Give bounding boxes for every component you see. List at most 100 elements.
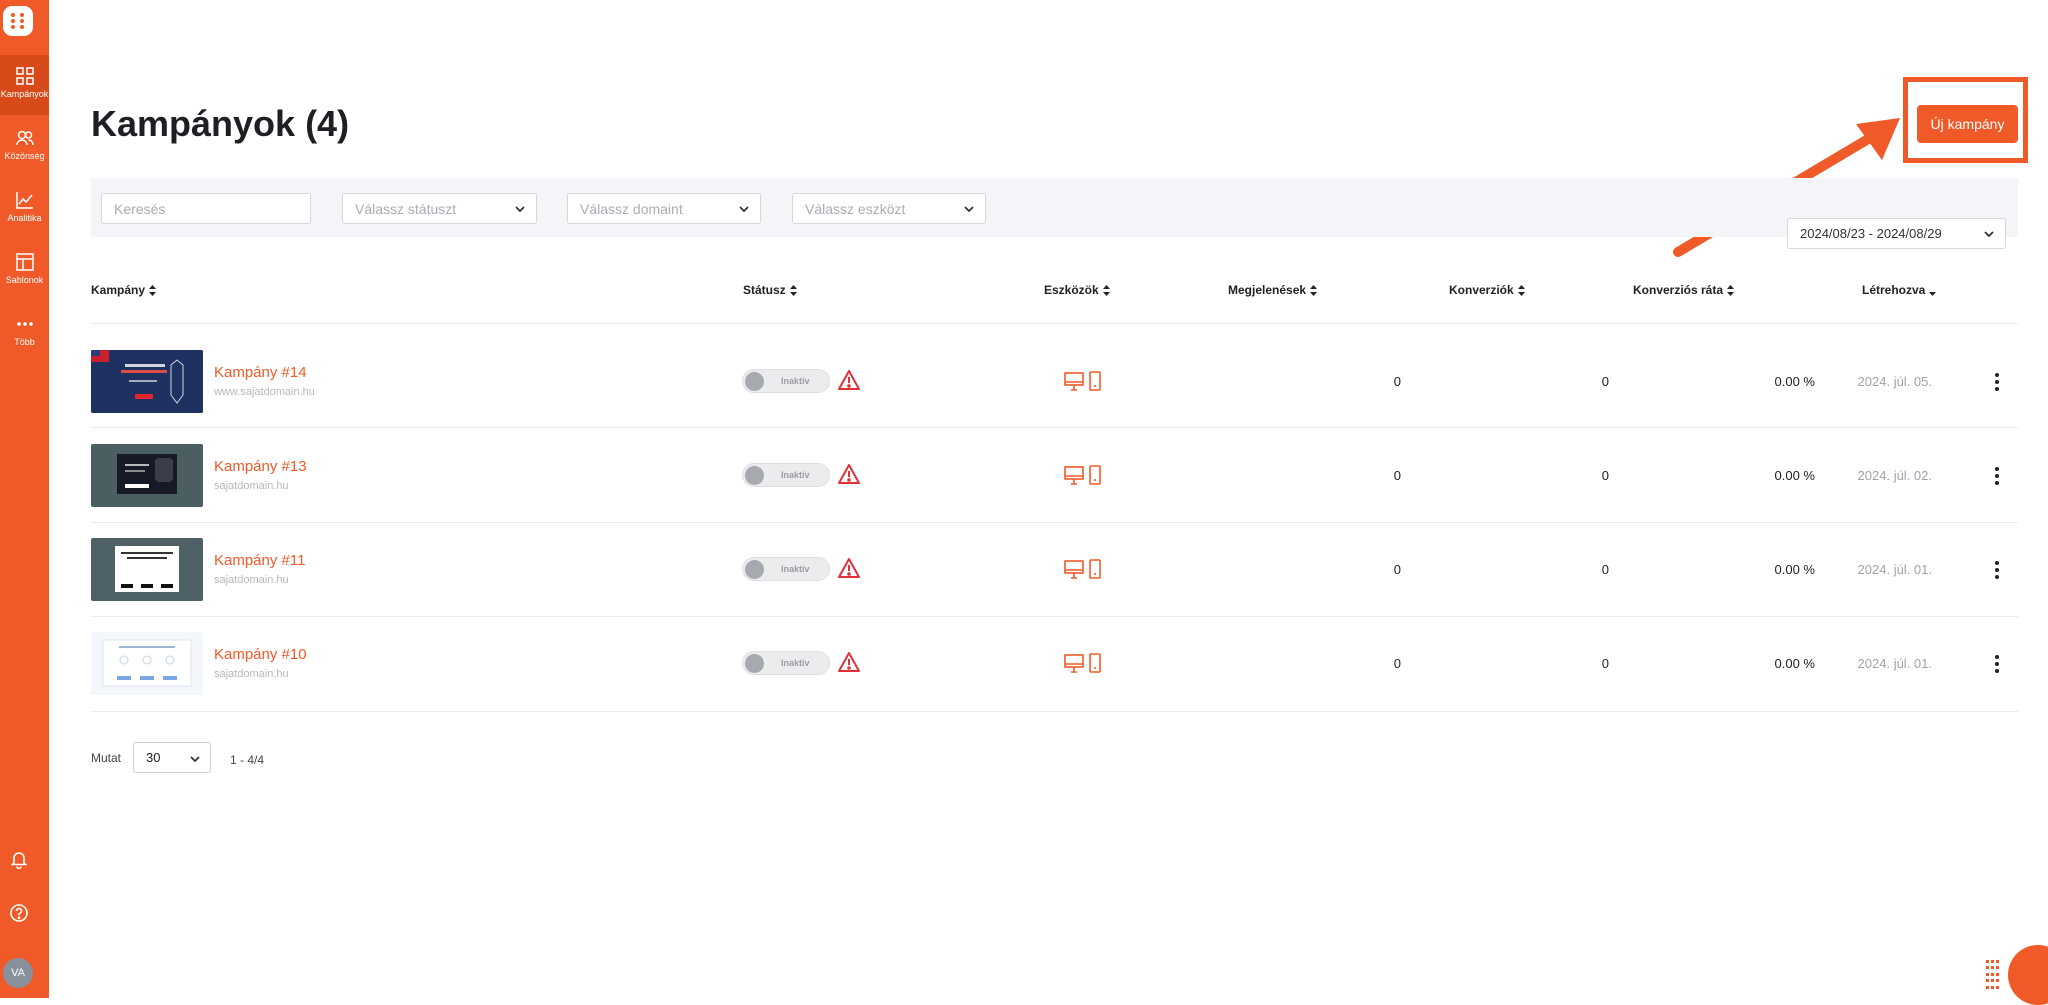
desktop-icon: [1064, 560, 1084, 579]
campaign-thumbnail[interactable]: [91, 444, 203, 507]
sidebar-item-more[interactable]: Több: [0, 303, 49, 363]
thumbnail-image: [91, 350, 203, 413]
sort-icon: [1102, 285, 1110, 297]
device-select-placeholder: Válassz eszközt: [805, 200, 906, 217]
page-title: Kampányok (4): [91, 103, 350, 144]
sidebar-item-analytics[interactable]: Analitika: [0, 179, 49, 239]
row-menu-button[interactable]: [1990, 652, 2004, 674]
campaign-name-link[interactable]: Kampány #10: [214, 646, 307, 663]
status-toggle[interactable]: Inaktív: [742, 651, 830, 675]
chevron-down-icon: [739, 206, 749, 213]
pagination-range: 1 - 4/4: [230, 753, 265, 767]
campaign-domain: www.sajatdomain.hu: [214, 386, 315, 398]
sidebar: Kampányok Közönség Analitika Sablonok Tö…: [0, 0, 49, 998]
device-select[interactable]: Válassz eszközt: [792, 193, 986, 224]
table-row[interactable]: Kampány #14 www.sajatdomain.hu Inaktív 0…: [91, 334, 2018, 428]
impressions-value: 0: [1393, 468, 1401, 483]
drag-handle-icon[interactable]: [1986, 960, 2000, 990]
column-header-conversion-rate[interactable]: Konverziós ráta: [1633, 283, 1735, 297]
column-header-label: Létrehozva: [1862, 283, 1926, 297]
users-icon: [15, 130, 34, 146]
template-icon: [15, 253, 34, 271]
created-date: 2024. júl. 02.: [1857, 468, 1932, 483]
chevron-down-icon: [515, 206, 525, 213]
status-toggle[interactable]: Inaktív: [742, 369, 830, 393]
bell-icon[interactable]: [9, 849, 29, 869]
date-range-value: 2024/08/23 - 2024/08/29: [1800, 226, 1942, 241]
sort-icon: [149, 285, 157, 297]
per-page-label: Mutat: [91, 751, 122, 765]
table-row[interactable]: Kampány #11 sajatdomain.hu Inaktív 0 0 0…: [91, 522, 2018, 616]
per-page-select[interactable]: 30: [133, 742, 211, 773]
column-header-label: Státusz: [743, 283, 786, 297]
status-toggle[interactable]: Inaktív: [742, 463, 830, 487]
campaign-domain: sajatdomain.hu: [214, 668, 289, 680]
thumbnail-image: [91, 538, 203, 601]
thumbnail-image: [91, 632, 203, 695]
sort-icon: [1310, 285, 1318, 297]
sidebar-item-label: Közönség: [4, 151, 45, 161]
column-header-conversions[interactable]: Konverziók: [1449, 283, 1525, 297]
created-date: 2024. júl. 01.: [1857, 656, 1932, 671]
status-toggle-label: Inaktív: [781, 564, 810, 574]
sort-icon: [789, 285, 797, 297]
column-header-impressions[interactable]: Megjelenések: [1228, 283, 1318, 297]
mobile-icon: [1089, 371, 1101, 391]
chevron-down-icon: [1984, 231, 1994, 238]
domain-select-placeholder: Válassz domaint: [580, 200, 683, 217]
campaign-name-link[interactable]: Kampány #13: [214, 458, 307, 475]
help-icon[interactable]: [9, 903, 29, 923]
column-header-label: Megjelenések: [1228, 283, 1307, 297]
thumbnail-image: [91, 444, 203, 507]
table-row[interactable]: Kampány #10 sajatdomain.hu Inaktív 0 0 0…: [91, 616, 2018, 710]
sidebar-item-audience[interactable]: Közönség: [0, 117, 49, 177]
column-header-created[interactable]: Létrehozva: [1862, 283, 1937, 297]
campaign-name-link[interactable]: Kampány #11: [214, 552, 305, 569]
sidebar-item-label: Kampányok: [0, 89, 49, 99]
avatar[interactable]: VA: [3, 958, 33, 988]
divider: [91, 711, 2018, 712]
column-header-label: Konverziók: [1449, 283, 1514, 297]
campaign-thumbnail[interactable]: [91, 632, 203, 695]
row-menu-button[interactable]: [1990, 558, 2004, 580]
divider: [91, 323, 2018, 324]
app-logo[interactable]: [3, 6, 33, 36]
date-range-picker[interactable]: 2024/08/23 - 2024/08/29: [1787, 218, 2006, 249]
column-header-devices[interactable]: Eszközök: [1044, 283, 1110, 297]
status-toggle[interactable]: Inaktív: [742, 557, 830, 581]
campaign-thumbnail[interactable]: [91, 538, 203, 601]
conversions-value: 0: [1601, 562, 1609, 577]
conversions-value: 0: [1601, 656, 1609, 671]
warning-icon[interactable]: [837, 463, 861, 485]
grid-icon: [15, 67, 34, 85]
sidebar-item-campaigns[interactable]: Kampányok: [0, 55, 49, 115]
desktop-icon: [1064, 654, 1084, 673]
chevron-down-icon: [964, 206, 974, 213]
row-menu-button[interactable]: [1990, 370, 2004, 392]
mobile-icon: [1089, 559, 1101, 579]
status-toggle-label: Inaktív: [781, 658, 810, 668]
campaign-thumbnail[interactable]: [91, 350, 203, 413]
warning-icon[interactable]: [837, 557, 861, 579]
chat-widget-button[interactable]: [2008, 945, 2048, 1005]
created-date: 2024. júl. 01.: [1857, 562, 1932, 577]
desktop-icon: [1064, 466, 1084, 485]
row-menu-button[interactable]: [1990, 464, 2004, 486]
warning-icon[interactable]: [837, 651, 861, 673]
status-select[interactable]: Válassz státuszt: [342, 193, 537, 224]
sort-desc-icon: [1929, 292, 1937, 297]
campaign-name-link[interactable]: Kampány #14: [214, 364, 307, 381]
warning-icon[interactable]: [837, 369, 861, 391]
column-header-label: Kampány: [91, 283, 146, 297]
column-header-campaign[interactable]: Kampány: [91, 283, 157, 297]
created-date: 2024. júl. 05.: [1857, 374, 1932, 389]
sidebar-item-label: Analitika: [7, 213, 42, 223]
sidebar-item-templates[interactable]: Sablonok: [0, 241, 49, 301]
search-input[interactable]: Keresés: [101, 193, 311, 224]
column-header-status[interactable]: Státusz: [743, 283, 797, 297]
table-row[interactable]: Kampány #13 sajatdomain.hu Inaktív 0 0 0…: [91, 428, 2018, 522]
new-campaign-button[interactable]: Új kampány: [1917, 105, 2018, 143]
more-icon: [16, 322, 33, 326]
domain-select[interactable]: Válassz domaint: [567, 193, 761, 224]
sidebar-item-label: Több: [14, 337, 35, 347]
